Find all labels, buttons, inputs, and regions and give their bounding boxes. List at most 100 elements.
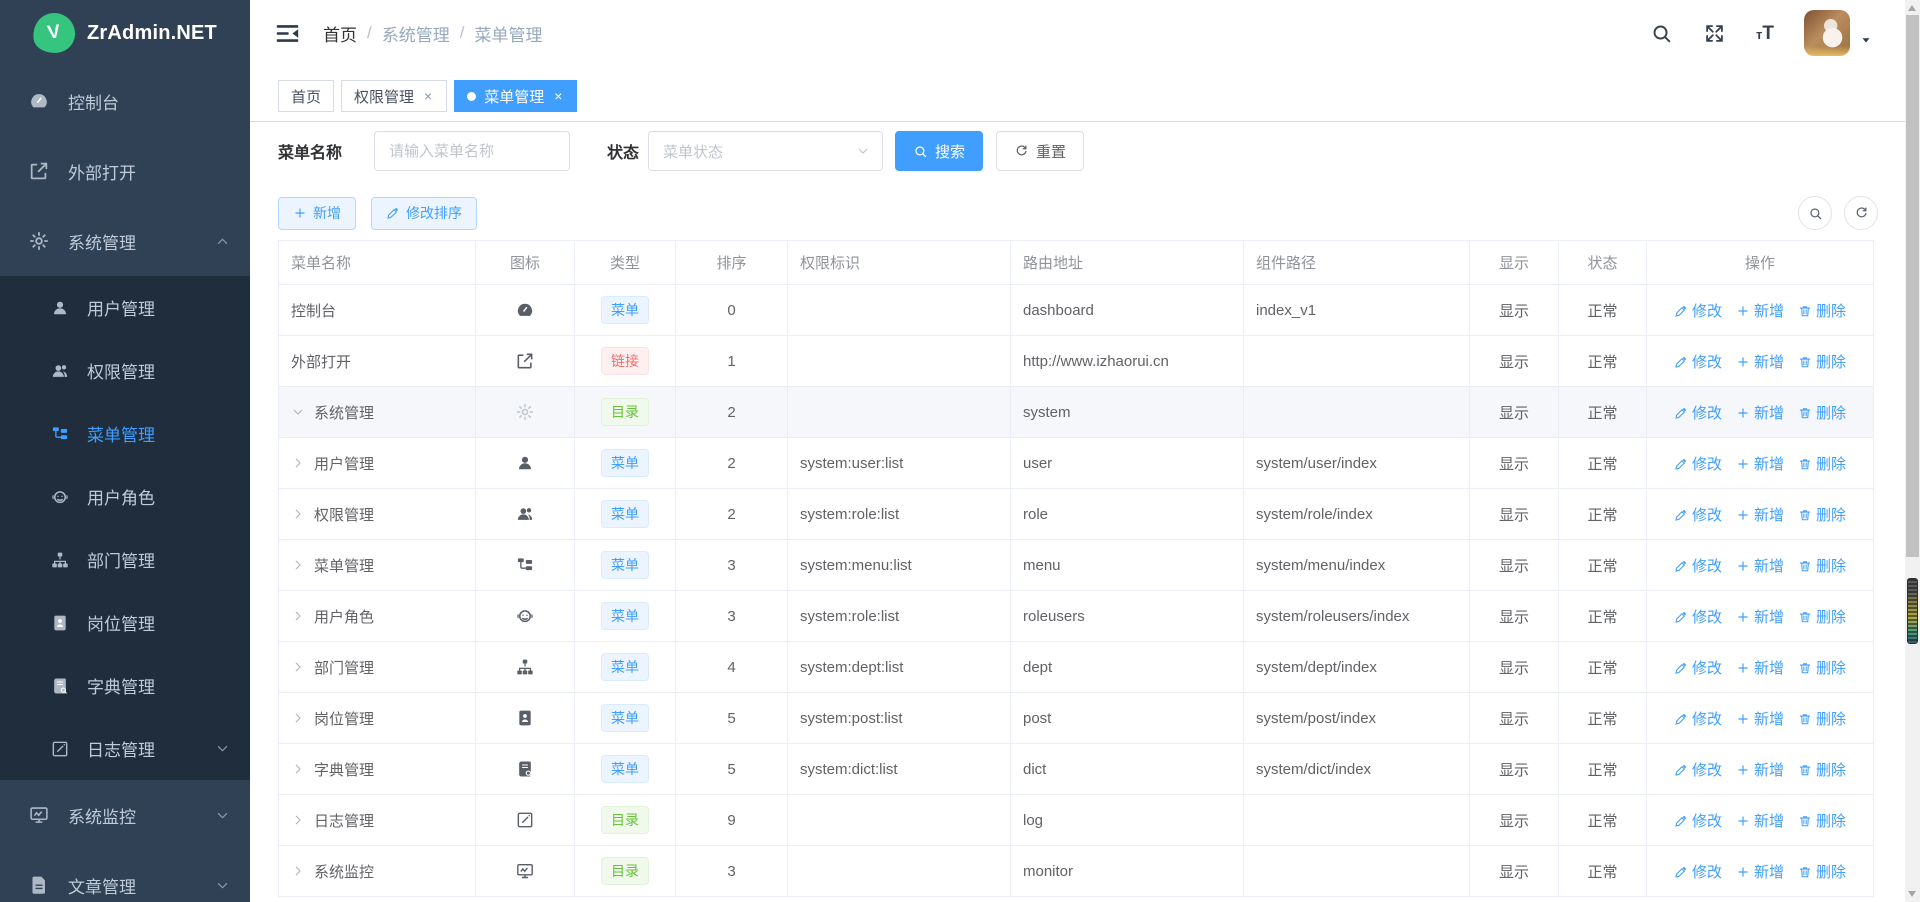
add-action[interactable]: 新增 — [1736, 711, 1784, 728]
sidebar-item-roleusers[interactable]: 用户角色 — [0, 465, 250, 528]
search-button[interactable]: 搜索 — [895, 131, 983, 171]
menu-name-input[interactable] — [374, 131, 570, 171]
sidebar-item-user[interactable]: 用户管理 — [0, 276, 250, 339]
route-cell: post — [1011, 693, 1244, 744]
sidebar-item-article[interactable]: 文章管理 — [0, 850, 250, 902]
delete-action[interactable]: 删除 — [1798, 609, 1846, 626]
edit-action[interactable]: 修改 — [1674, 864, 1722, 881]
edit-action[interactable]: 修改 — [1674, 303, 1722, 320]
add-action[interactable]: 新增 — [1736, 813, 1784, 830]
sidebar-item-log[interactable]: 日志管理 — [0, 717, 250, 780]
add-action[interactable]: 新增 — [1736, 762, 1784, 779]
tab-menu[interactable]: 菜单管理× — [454, 80, 577, 112]
chevron-right-icon[interactable] — [291, 813, 305, 827]
delete-action[interactable]: 删除 — [1798, 711, 1846, 728]
breadcrumb-item[interactable]: 首页 — [323, 21, 357, 46]
sidebar-item-menu[interactable]: 菜单管理 — [0, 402, 250, 465]
chevron-right-icon[interactable] — [291, 762, 305, 776]
edit-action[interactable]: 修改 — [1674, 813, 1722, 830]
close-icon[interactable]: × — [422, 88, 434, 104]
scrollbar[interactable] — [1905, 0, 1920, 902]
scrollbar-thumb[interactable] — [1906, 15, 1919, 557]
chevron-right-icon[interactable] — [291, 507, 305, 521]
reset-button[interactable]: 重置 — [996, 131, 1084, 171]
collapse-sidebar-button[interactable] — [274, 20, 301, 47]
font-size-icon[interactable]: тT — [1756, 22, 1774, 45]
delete-action[interactable]: 删除 — [1798, 558, 1846, 575]
status-select[interactable]: 菜单状态 — [648, 131, 883, 171]
tab-role[interactable]: 权限管理× — [341, 80, 447, 112]
fullscreen-icon[interactable] — [1703, 22, 1726, 45]
sidebar-item-post[interactable]: 岗位管理 — [0, 591, 250, 654]
chevron-right-icon[interactable] — [291, 864, 305, 878]
visible-cell: 显示 — [1470, 336, 1559, 387]
tab-home[interactable]: 首页 — [278, 80, 334, 112]
search-icon[interactable] — [1650, 22, 1673, 45]
add-action[interactable]: 新增 — [1736, 405, 1784, 422]
caret-down-icon[interactable] — [1860, 34, 1872, 46]
sidebar-item-role[interactable]: 权限管理 — [0, 339, 250, 402]
add-action[interactable]: 新增 — [1736, 303, 1784, 320]
add-action[interactable]: 新增 — [1736, 864, 1784, 881]
edit-action[interactable]: 修改 — [1674, 660, 1722, 677]
menu-name-label: 菜单名称 — [278, 139, 342, 163]
sidebar-item-external[interactable]: 外部打开 — [0, 136, 250, 206]
delete-action[interactable]: 删除 — [1798, 405, 1846, 422]
edit-action[interactable]: 修改 — [1674, 609, 1722, 626]
sidebar-item-system[interactable]: 系统管理 — [0, 206, 250, 276]
delete-action[interactable]: 删除 — [1798, 456, 1846, 473]
chevron-right-icon[interactable] — [291, 456, 305, 470]
edit-action[interactable]: 修改 — [1674, 558, 1722, 575]
brand-logo-icon: V — [30, 10, 77, 55]
delete-action[interactable]: 删除 — [1798, 762, 1846, 779]
sidebar-item-monitor[interactable]: 系统监控 — [0, 780, 250, 850]
column-header: 组件路径 — [1244, 241, 1470, 285]
edit-sort-button[interactable]: 修改排序 — [371, 197, 477, 230]
add-action[interactable]: 新增 — [1736, 507, 1784, 524]
sidebar-item-dict[interactable]: 字典管理 — [0, 654, 250, 717]
delete-action[interactable]: 删除 — [1798, 864, 1846, 881]
status-label: 状态 — [607, 139, 639, 163]
add-button[interactable]: 新增 — [278, 197, 356, 230]
delete-action[interactable]: 删除 — [1798, 507, 1846, 524]
menu-name: 外部打开 — [291, 354, 351, 371]
chevron-right-icon[interactable] — [291, 609, 305, 623]
column-header: 排序 — [676, 241, 788, 285]
sitemap-icon — [50, 550, 70, 570]
chevron-down-icon[interactable] — [291, 405, 305, 419]
delete-action[interactable]: 删除 — [1798, 303, 1846, 320]
sidebar-item-dept[interactable]: 部门管理 — [0, 528, 250, 591]
scroll-up-arrow-icon[interactable] — [1908, 5, 1916, 11]
add-action[interactable]: 新增 — [1736, 558, 1784, 575]
close-icon[interactable]: × — [552, 88, 564, 104]
scroll-down-arrow-icon[interactable] — [1908, 891, 1916, 897]
user-avatar[interactable] — [1804, 10, 1850, 56]
logo[interactable]: V ZrAdmin.NET — [0, 0, 250, 66]
delete-action[interactable]: 删除 — [1798, 813, 1846, 830]
delete-action[interactable]: 删除 — [1798, 354, 1846, 371]
visible-cell: 显示 — [1470, 489, 1559, 540]
add-action[interactable]: 新增 — [1736, 660, 1784, 677]
chevron-right-icon[interactable] — [291, 711, 305, 725]
refresh-table-button[interactable] — [1844, 196, 1878, 230]
menu-name: 系统管理 — [314, 405, 374, 422]
edit-action[interactable]: 修改 — [1674, 354, 1722, 371]
perm-cell: system:role:list — [788, 489, 1011, 540]
chevron-right-icon[interactable] — [291, 558, 305, 572]
perm-cell: system:user:list — [788, 438, 1011, 489]
add-action[interactable]: 新增 — [1736, 609, 1784, 626]
edit-action[interactable]: 修改 — [1674, 762, 1722, 779]
delete-action[interactable]: 删除 — [1798, 660, 1846, 677]
edit-action[interactable]: 修改 — [1674, 405, 1722, 422]
edit-action[interactable]: 修改 — [1674, 507, 1722, 524]
add-action[interactable]: 新增 — [1736, 456, 1784, 473]
toggle-search-button[interactable] — [1798, 196, 1832, 230]
add-action[interactable]: 新增 — [1736, 354, 1784, 371]
edit-action[interactable]: 修改 — [1674, 456, 1722, 473]
order-cell: 2 — [676, 438, 788, 489]
edit-action[interactable]: 修改 — [1674, 711, 1722, 728]
chevron-right-icon[interactable] — [291, 660, 305, 674]
sidebar-item-dashboard[interactable]: 控制台 — [0, 66, 250, 136]
edit-icon — [1674, 610, 1688, 624]
status-cell: 正常 — [1559, 489, 1647, 540]
